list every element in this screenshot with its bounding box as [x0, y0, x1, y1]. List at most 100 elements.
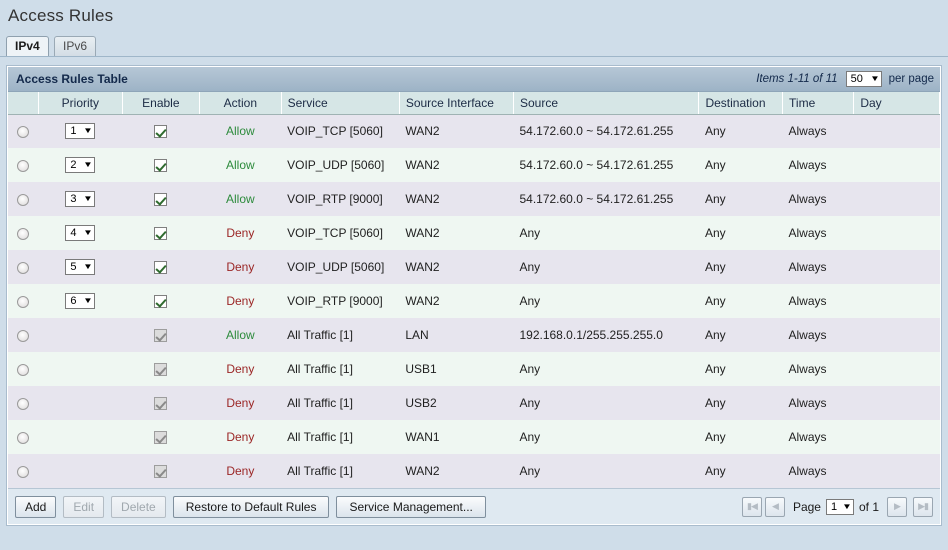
table-row[interactable]: 3 ▼ Allow VOIP_RTP [9000] WAN2 54.172.60.0 ~ …: [8, 182, 940, 216]
row-select-radio[interactable]: [17, 363, 30, 376]
enable-cell[interactable]: [122, 250, 200, 284]
enable-cell[interactable]: [122, 148, 200, 182]
source-interface-cell: WAN2: [399, 114, 514, 148]
service-cell: All Traffic [1]: [281, 352, 400, 386]
action-cell: Allow: [199, 182, 282, 216]
enable-checkbox: [154, 397, 168, 411]
enable-checkbox[interactable]: [154, 159, 168, 173]
enable-checkbox[interactable]: [154, 227, 168, 241]
row-select-cell[interactable]: [8, 352, 39, 386]
service-cell: VOIP_UDP [5060]: [281, 148, 400, 182]
row-select-cell[interactable]: [8, 318, 39, 352]
table-title: Access Rules Table: [16, 72, 128, 86]
row-select-radio[interactable]: [17, 159, 30, 172]
table-row[interactable]: 5 ▼ Deny VOIP_UDP [5060] WAN2 Any Any Always: [8, 250, 940, 284]
source-interface-cell: WAN2: [399, 148, 514, 182]
column-header-day: Day: [853, 92, 940, 115]
row-select-radio[interactable]: [17, 227, 30, 240]
next-page-icon[interactable]: ▶: [887, 496, 907, 517]
enable-cell[interactable]: [122, 216, 200, 250]
column-header-time: Time: [782, 92, 855, 115]
row-select-cell[interactable]: [8, 386, 39, 420]
row-select-cell[interactable]: [8, 454, 39, 488]
service-cell: VOIP_UDP [5060]: [281, 250, 400, 284]
first-page-icon[interactable]: ▮◀: [741, 496, 762, 517]
tab-ipv4[interactable]: IPv4: [6, 36, 49, 56]
priority-select[interactable]: 2 ▼: [65, 157, 96, 173]
table-row[interactable]: 1 ▼ Allow VOIP_TCP [5060] WAN2 54.172.60.0 ~ …: [8, 114, 940, 148]
enable-cell[interactable]: [122, 284, 200, 318]
table-row[interactable]: 4 ▼ Deny VOIP_TCP [5060] WAN2 Any Any Always: [8, 216, 940, 250]
row-select-cell[interactable]: [8, 114, 39, 148]
row-select-radio[interactable]: [17, 329, 30, 342]
add-button[interactable]: Add: [15, 495, 57, 518]
priority-cell[interactable]: 6 ▼: [38, 284, 123, 318]
enable-checkbox[interactable]: [154, 261, 168, 275]
service-cell: VOIP_TCP [5060]: [281, 216, 400, 250]
service-management-button[interactable]: Service Management...: [336, 495, 486, 518]
service-cell: All Traffic [1]: [281, 420, 400, 454]
row-select-cell[interactable]: [8, 182, 39, 216]
row-select-radio[interactable]: [17, 397, 30, 410]
tab-ipv6[interactable]: IPv6: [54, 36, 97, 56]
row-select-radio[interactable]: [17, 193, 30, 206]
priority-cell[interactable]: 1 ▼: [38, 114, 123, 148]
table-row[interactable]: Deny All Traffic [1] WAN2 Any Any Always: [8, 454, 940, 488]
enable-checkbox[interactable]: [154, 295, 168, 309]
destination-cell: Any: [698, 318, 783, 352]
row-select-radio[interactable]: [17, 126, 30, 139]
table-row[interactable]: Allow All Traffic [1] LAN 192.168.0.1/255.2…: [8, 318, 940, 352]
enable-cell: [122, 454, 200, 488]
action-label: Deny: [226, 362, 255, 376]
day-cell: [853, 352, 940, 386]
priority-cell[interactable]: 3 ▼: [38, 182, 123, 216]
time-cell: Always: [782, 216, 854, 250]
edit-button[interactable]: Edit: [63, 495, 105, 518]
priority-select[interactable]: 5 ▼: [65, 259, 96, 275]
source-cell: 54.172.60.0 ~ 54.172.61.255: [513, 148, 699, 182]
enable-checkbox[interactable]: [154, 125, 168, 139]
time-cell: Always: [782, 250, 854, 284]
enable-checkbox[interactable]: [154, 193, 168, 207]
row-select-radio[interactable]: [17, 431, 30, 444]
priority-select[interactable]: 4 ▼: [65, 225, 96, 241]
enable-cell[interactable]: [122, 114, 200, 148]
action-label: Allow: [226, 328, 255, 342]
time-cell: Always: [782, 284, 854, 318]
row-select-cell[interactable]: [8, 148, 39, 182]
enable-checkbox: [154, 465, 168, 479]
source-cell: Any: [513, 454, 699, 488]
table-row[interactable]: Deny All Traffic [1] USB1 Any Any Always: [8, 352, 940, 386]
previous-page-icon[interactable]: ◀: [764, 496, 785, 517]
table-row[interactable]: Deny All Traffic [1] USB2 Any Any Always: [8, 386, 940, 420]
page-number-select[interactable]: 1 ▼: [825, 498, 854, 515]
priority-select[interactable]: 1 ▼: [65, 123, 96, 140]
column-header-select: [8, 92, 40, 115]
row-select-radio[interactable]: [17, 261, 30, 274]
table-row[interactable]: 2 ▼ Allow VOIP_UDP [5060] WAN2 54.172.60.0 ~ …: [8, 148, 940, 182]
action-cell: Deny: [199, 284, 282, 318]
row-select-radio[interactable]: [17, 295, 30, 308]
delete-button[interactable]: Delete: [111, 495, 166, 518]
priority-cell[interactable]: 2 ▼: [38, 148, 123, 182]
table-header-row: Priority Enable Action Service Source In…: [8, 92, 940, 115]
row-select-cell[interactable]: [8, 284, 39, 318]
row-select-cell[interactable]: [8, 216, 39, 250]
enable-cell: [122, 352, 200, 386]
last-page-icon[interactable]: ▶▮: [913, 496, 933, 517]
day-cell: [853, 216, 940, 250]
restore-to-default-rules-button[interactable]: Restore to Default Rules: [172, 495, 330, 518]
table-row[interactable]: 6 ▼ Deny VOIP_RTP [9000] WAN2 Any Any Always: [8, 284, 940, 318]
priority-cell[interactable]: 5 ▼: [38, 250, 123, 284]
priority-cell[interactable]: 4 ▼: [38, 216, 123, 250]
priority-value: 1: [70, 125, 77, 138]
priority-select[interactable]: 3 ▼: [65, 191, 96, 207]
table-row[interactable]: Deny All Traffic [1] WAN1 Any Any Always: [8, 420, 940, 454]
page-size-select[interactable]: 50 ▼: [845, 71, 882, 87]
row-select-cell[interactable]: [8, 420, 39, 454]
priority-select[interactable]: 6 ▼: [65, 293, 96, 309]
enable-cell[interactable]: [122, 182, 200, 216]
row-select-radio[interactable]: [17, 465, 30, 478]
chevron-down-icon: ▼: [842, 501, 852, 511]
row-select-cell[interactable]: [8, 250, 39, 284]
